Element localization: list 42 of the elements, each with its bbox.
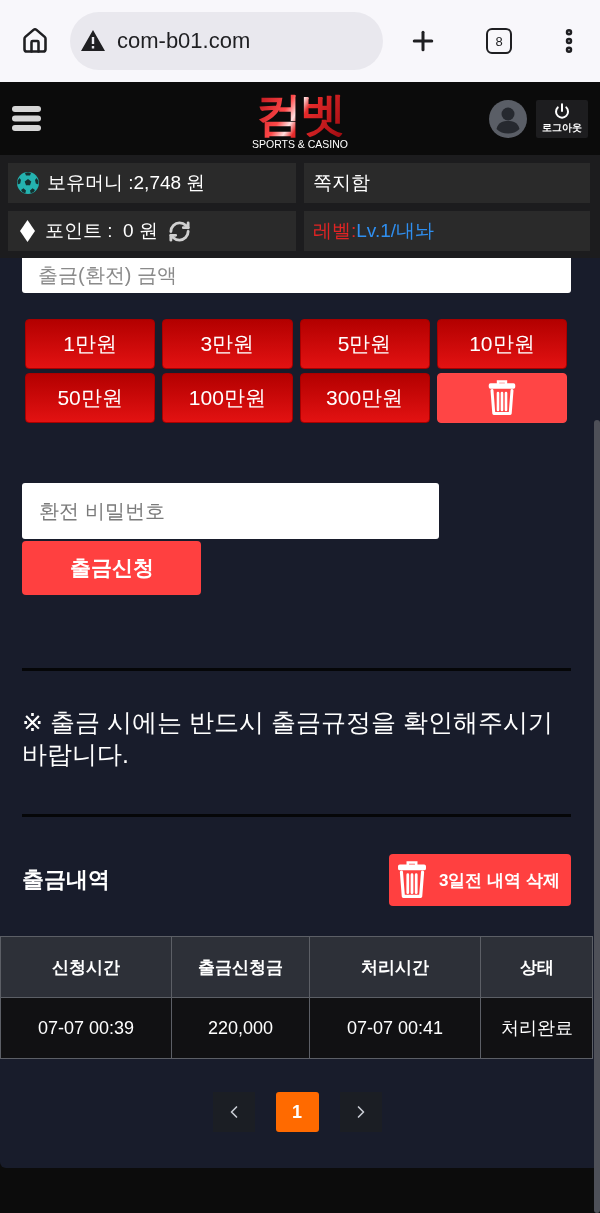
amount-button[interactable]: 3만원 bbox=[162, 319, 293, 369]
user-avatar-icon[interactable] bbox=[489, 99, 527, 138]
scrollbar-thumb[interactable] bbox=[594, 420, 600, 1213]
messages-link[interactable]: 쪽지함 bbox=[304, 163, 590, 203]
amount-button[interactable]: 5만원 bbox=[299, 319, 430, 369]
refresh-icon[interactable] bbox=[167, 219, 191, 243]
level-label: 레벨: bbox=[313, 219, 357, 243]
amount-input-field[interactable]: 출금(환전) 금액 bbox=[22, 258, 571, 293]
tab-switcher-button[interactable]: 8 bbox=[486, 28, 512, 54]
trash-icon bbox=[487, 380, 516, 416]
submit-button[interactable]: 출금신청 bbox=[22, 541, 201, 595]
table-cell: 07-07 00:41 bbox=[309, 997, 481, 1059]
logout-button[interactable]: 로그아웃 bbox=[536, 99, 588, 138]
level-value: Lv.1/내놔 bbox=[356, 219, 435, 243]
menu-icon[interactable] bbox=[12, 106, 41, 131]
clear-button[interactable] bbox=[436, 373, 567, 423]
password-input-field[interactable]: 환전 비밀번호 bbox=[22, 483, 439, 539]
warning-icon bbox=[81, 30, 105, 52]
logo-tagline: SPORTS & CASINO bbox=[251, 138, 349, 151]
section-title: 출금내역 bbox=[22, 866, 110, 894]
table-cell: 07-07 00:39 bbox=[0, 997, 172, 1059]
soccer-ball-icon bbox=[17, 172, 39, 194]
table-cell: 220,000 bbox=[171, 997, 310, 1059]
delete-history-button[interactable]: 3일전 내역 삭제 bbox=[389, 854, 571, 906]
address-bar[interactable]: com-b01.com bbox=[70, 12, 383, 70]
column-header: 출금신청금 bbox=[171, 936, 310, 998]
diamond-icon bbox=[20, 220, 35, 242]
notice-text: ※ 출금 시에는 반드시 출금규정을 확인해주시기 바랍니다. bbox=[22, 707, 554, 770]
points-text: 포인트 : 0 원 bbox=[45, 219, 158, 243]
amount-button[interactable]: 50만원 bbox=[25, 373, 156, 423]
table-cell: 처리완료 bbox=[480, 997, 593, 1059]
home-icon[interactable] bbox=[21, 27, 49, 55]
trash-icon bbox=[397, 861, 427, 899]
amount-button[interactable]: 100만원 bbox=[162, 373, 293, 423]
amount-button[interactable]: 1만원 bbox=[25, 319, 156, 369]
amount-button[interactable]: 10만원 bbox=[436, 319, 567, 369]
money-text: 보유머니 :2,748 원 bbox=[47, 171, 206, 195]
power-icon bbox=[554, 102, 570, 119]
column-header: 신청시간 bbox=[0, 936, 172, 998]
column-header: 처리시간 bbox=[309, 936, 481, 998]
amount-button[interactable]: 300만원 bbox=[299, 373, 430, 423]
column-header: 상태 bbox=[480, 936, 593, 998]
